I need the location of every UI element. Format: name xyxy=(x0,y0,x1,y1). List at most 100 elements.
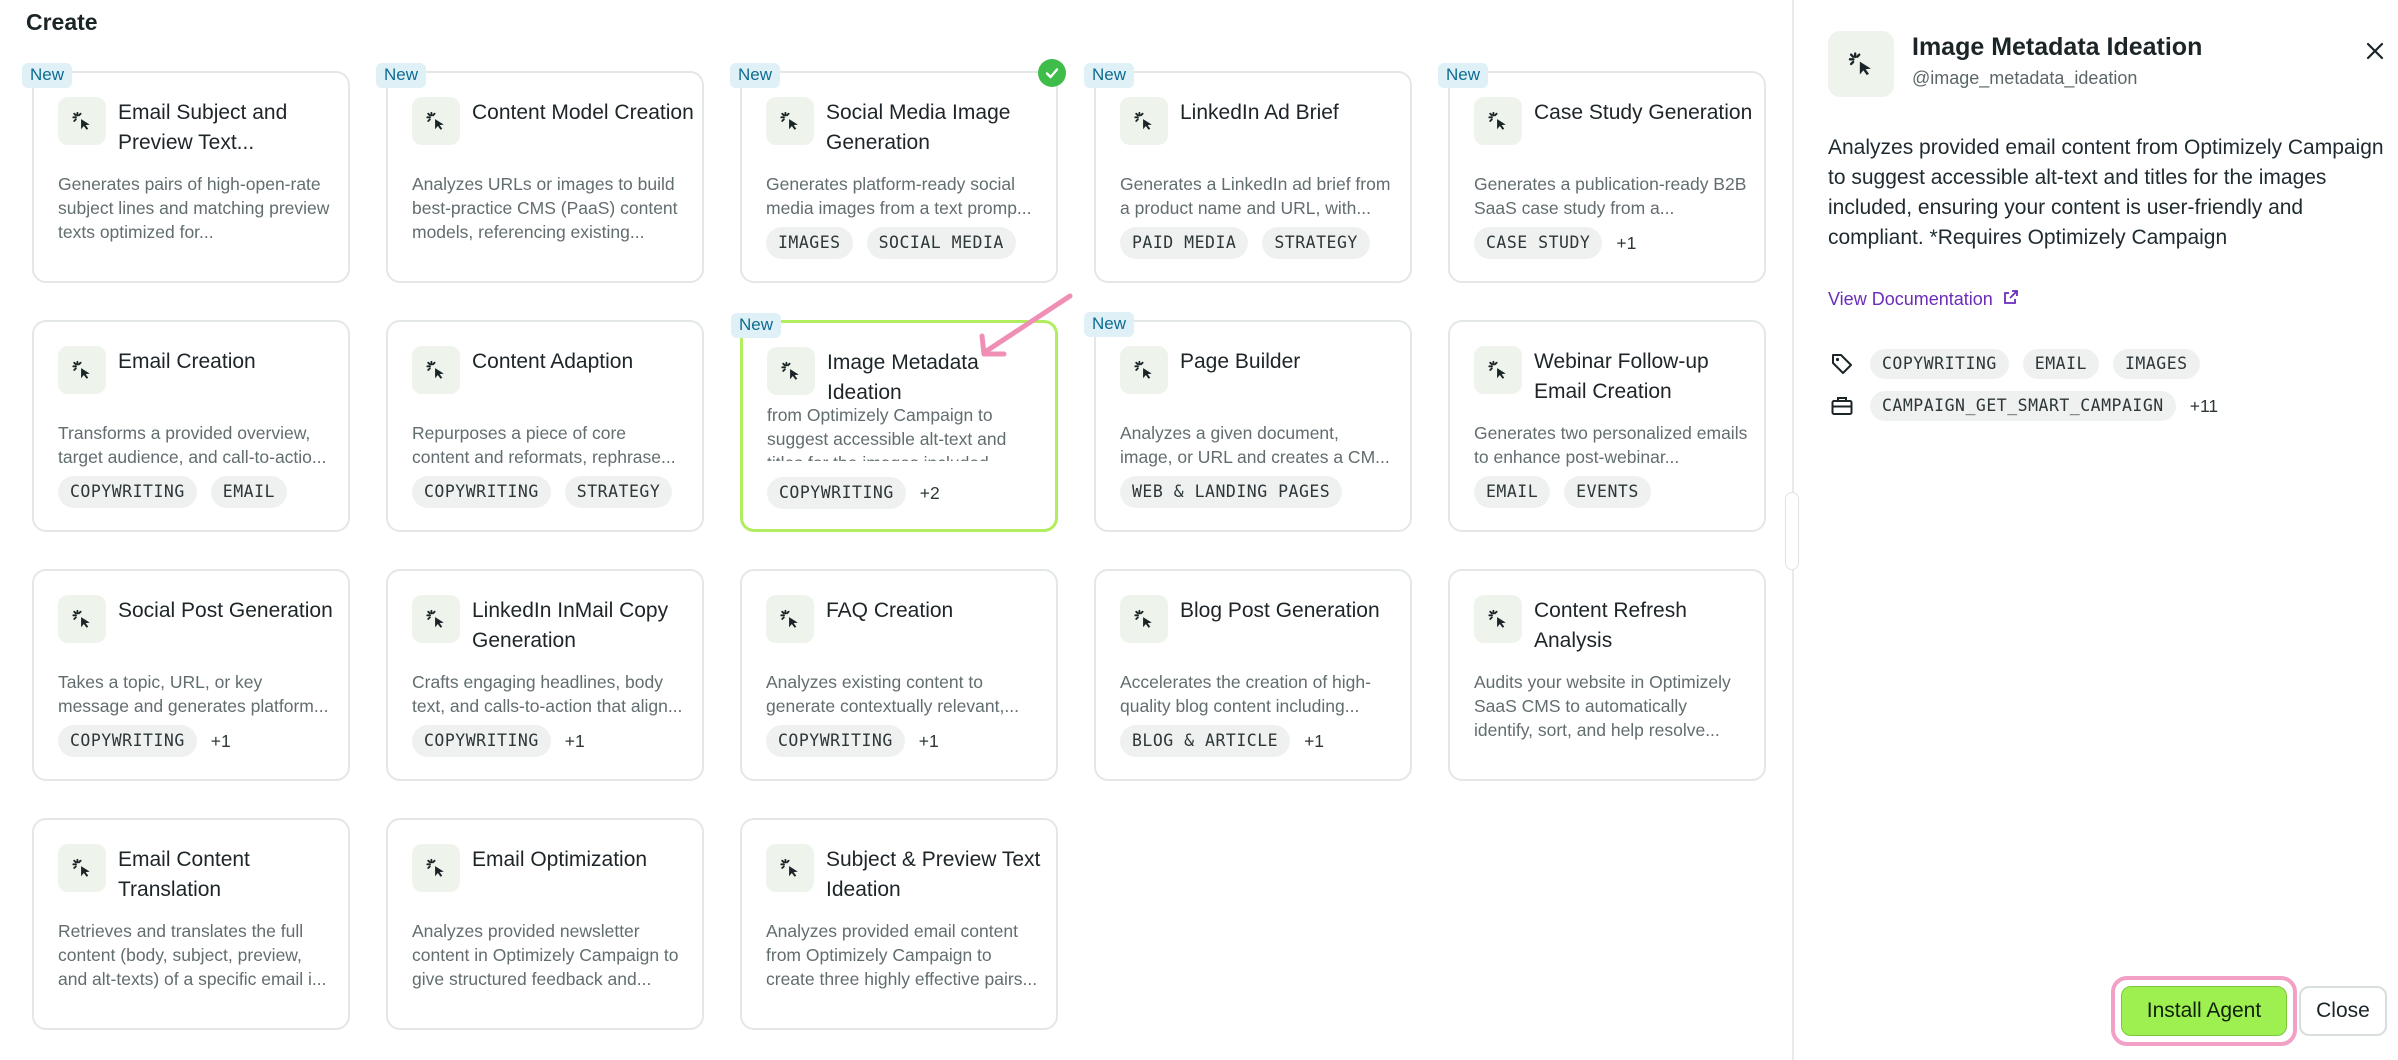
tag-chip: EMAIL xyxy=(210,476,287,508)
agent-card[interactable]: FAQ Creation Analyzes existing content to… xyxy=(740,569,1058,781)
agent-card[interactable]: LinkedIn InMail Copy Generation Crafts en… xyxy=(386,569,704,781)
card-tags: COPYWRITING STRATEGY xyxy=(412,476,673,508)
tag-icon xyxy=(1828,352,1856,376)
cursor-sparkle-icon xyxy=(1120,97,1168,145)
card-title: Social Post Generation xyxy=(118,599,333,622)
new-badge: New xyxy=(22,63,73,88)
tag-chip: EVENTS xyxy=(1564,476,1651,508)
new-badge: New xyxy=(730,63,781,88)
card-body: LinkedIn Ad Brief Generates a LinkedIn ad… xyxy=(1096,73,1410,281)
card-tags: COPYWRITING +1 xyxy=(766,725,939,757)
card-description: from Optimizely Campaign to suggest acce… xyxy=(767,405,1007,461)
tag-chip: EMAIL xyxy=(1474,476,1551,508)
card-tags: COPYWRITING EMAIL xyxy=(58,476,287,508)
cursor-sparkle-icon xyxy=(1474,595,1522,643)
new-badge: New xyxy=(731,313,782,338)
card-tags: COPYWRITING +2 xyxy=(767,477,940,509)
panel-handle: @image_metadata_ideation xyxy=(1912,68,2138,88)
close-button[interactable]: Close xyxy=(2299,986,2387,1036)
card-tags: COPYWRITING +1 xyxy=(412,725,585,757)
agent-card[interactable]: Page Builder Analyzes a given document, i… xyxy=(1084,312,1412,532)
tag-chip: COPYWRITING xyxy=(1870,349,2009,379)
install-agent-button[interactable]: Install Agent xyxy=(2121,986,2287,1036)
panel-tags-row: COPYWRITING EMAIL IMAGES xyxy=(1828,347,2200,381)
card-title: LinkedIn InMail Copy Generation xyxy=(472,599,669,652)
card-body: LinkedIn InMail Copy Generation Crafts en… xyxy=(388,571,702,779)
card-body: Subject & Preview Text Ideation Analyzes … xyxy=(742,820,1056,1028)
panel-description: Analyzes provided email content from Opt… xyxy=(1828,136,2384,249)
card-description: Retrieves and translates the full conten… xyxy=(58,921,327,989)
more-tags-count: +1 xyxy=(210,730,231,751)
view-documentation-link[interactable]: View Documentation xyxy=(1828,289,2019,310)
card-title: Email Content Translation xyxy=(118,848,250,901)
new-badge: New xyxy=(376,63,427,88)
agent-card[interactable]: Case Study Generation Generates a publica… xyxy=(1438,63,1766,283)
more-tags-count: +2 xyxy=(919,482,940,503)
panel-tools-row: CAMPAIGN_GET_SMART_CAMPAIGN +11 xyxy=(1828,389,2218,423)
more-tags-count: +1 xyxy=(1616,232,1637,253)
tool-chip: CAMPAIGN_GET_SMART_CAMPAIGN xyxy=(1870,391,2176,421)
agent-card[interactable]: Email Optimization Analyzes provided news… xyxy=(386,818,704,1030)
card-body: Email Subject and Preview Text... Generat… xyxy=(34,73,348,281)
tag-chip: COPYWRITING xyxy=(767,477,906,509)
cursor-sparkle-icon xyxy=(1120,346,1168,394)
cursor-sparkle-icon xyxy=(766,97,814,145)
cursor-sparkle-icon xyxy=(1474,346,1522,394)
card-title: Social Media Image Generation xyxy=(826,101,1011,154)
tag-chip: COPYWRITING xyxy=(58,725,197,757)
agent-card[interactable]: LinkedIn Ad Brief Generates a LinkedIn ad… xyxy=(1084,63,1412,283)
cursor-sparkle-icon xyxy=(766,595,814,643)
more-tags-count: +1 xyxy=(1304,730,1325,751)
card-description: Audits your website in Optimizely SaaS C… xyxy=(1474,672,1731,740)
agent-card[interactable]: Subject & Preview Text Ideation Analyzes … xyxy=(740,818,1058,1030)
agent-card[interactable]: Email Subject and Preview Text... Generat… xyxy=(22,63,350,283)
agent-card[interactable]: Social Post Generation Takes a topic, URL… xyxy=(32,569,350,781)
card-title: Page Builder xyxy=(1180,350,1301,373)
tag-chip: CASE STUDY xyxy=(1474,227,1603,259)
tag-chip: WEB & LANDING PAGES xyxy=(1120,476,1343,508)
agent-card[interactable]: Content Model Creation Analyzes URLs or i… xyxy=(376,63,704,283)
agent-card[interactable]: Webinar Follow-up Email Creation Generate… xyxy=(1448,320,1766,532)
tag-chip: STRATEGY xyxy=(1262,227,1370,259)
check-circle-icon xyxy=(1038,59,1066,87)
agent-card[interactable]: Content Refresh Analysis Audits your webs… xyxy=(1448,569,1766,781)
tag-chip: SOCIAL MEDIA xyxy=(866,227,1016,259)
card-body: Email Creation Transforms a provided over… xyxy=(34,322,348,530)
new-badge: New xyxy=(1084,312,1135,337)
card-tags: IMAGES SOCIAL MEDIA xyxy=(766,227,1016,259)
tag-chip: COPYWRITING xyxy=(412,725,551,757)
card-description: Analyzes provided email content from Opt… xyxy=(766,921,1038,989)
card-tags: WEB & LANDING PAGES xyxy=(1120,476,1343,508)
agent-card[interactable]: Email Creation Transforms a provided over… xyxy=(32,320,350,532)
more-tags-count: +1 xyxy=(918,730,939,751)
card-body: Email Content Translation Retrieves and t… xyxy=(34,820,348,1028)
card-title: Case Study Generation xyxy=(1534,101,1753,124)
agent-card[interactable]: Social Media Image Generation Generates p… xyxy=(730,59,1066,283)
card-description: Generates pairs of high-open-rate subjec… xyxy=(58,174,330,242)
close-icon[interactable] xyxy=(2362,38,2388,64)
card-body: FAQ Creation Analyzes existing content to… xyxy=(742,571,1056,779)
new-badge: New xyxy=(1438,63,1489,88)
more-tags-count: +1 xyxy=(564,730,585,751)
annotation-arrow xyxy=(979,293,1073,357)
new-badge: New xyxy=(1084,63,1135,88)
cursor-sparkle-icon xyxy=(412,97,460,145)
cursor-sparkle-icon xyxy=(58,346,106,394)
card-body: Page Builder Analyzes a given document, i… xyxy=(1096,322,1410,530)
tag-chip: IMAGES xyxy=(766,227,853,259)
agent-card[interactable]: Email Content Translation Retrieves and t… xyxy=(32,818,350,1030)
detail-panel: Image Metadata Ideation @image_metadata_… xyxy=(1794,0,2398,1060)
card-body: Webinar Follow-up Email Creation Generate… xyxy=(1450,322,1764,530)
cursor-sparkle-icon xyxy=(58,97,106,145)
tag-chip: COPYWRITING xyxy=(766,725,905,757)
card-title: FAQ Creation xyxy=(826,599,954,622)
agent-card[interactable]: Blog Post Generation Accelerates the crea… xyxy=(1094,569,1412,781)
card-description: Analyzes URLs or images to build best-pr… xyxy=(412,174,678,242)
agent-card[interactable]: Content Adaption Repurposes a piece of co… xyxy=(386,320,704,532)
panel-title: Image Metadata Ideation xyxy=(1912,33,2203,61)
card-body: Email Optimization Analyzes provided news… xyxy=(388,820,702,1028)
card-body: Content Model Creation Analyzes URLs or i… xyxy=(388,73,702,281)
card-title: Blog Post Generation xyxy=(1180,599,1380,622)
tag-chip: EMAIL xyxy=(2022,349,2099,379)
card-tags: CASE STUDY +1 xyxy=(1474,227,1636,259)
